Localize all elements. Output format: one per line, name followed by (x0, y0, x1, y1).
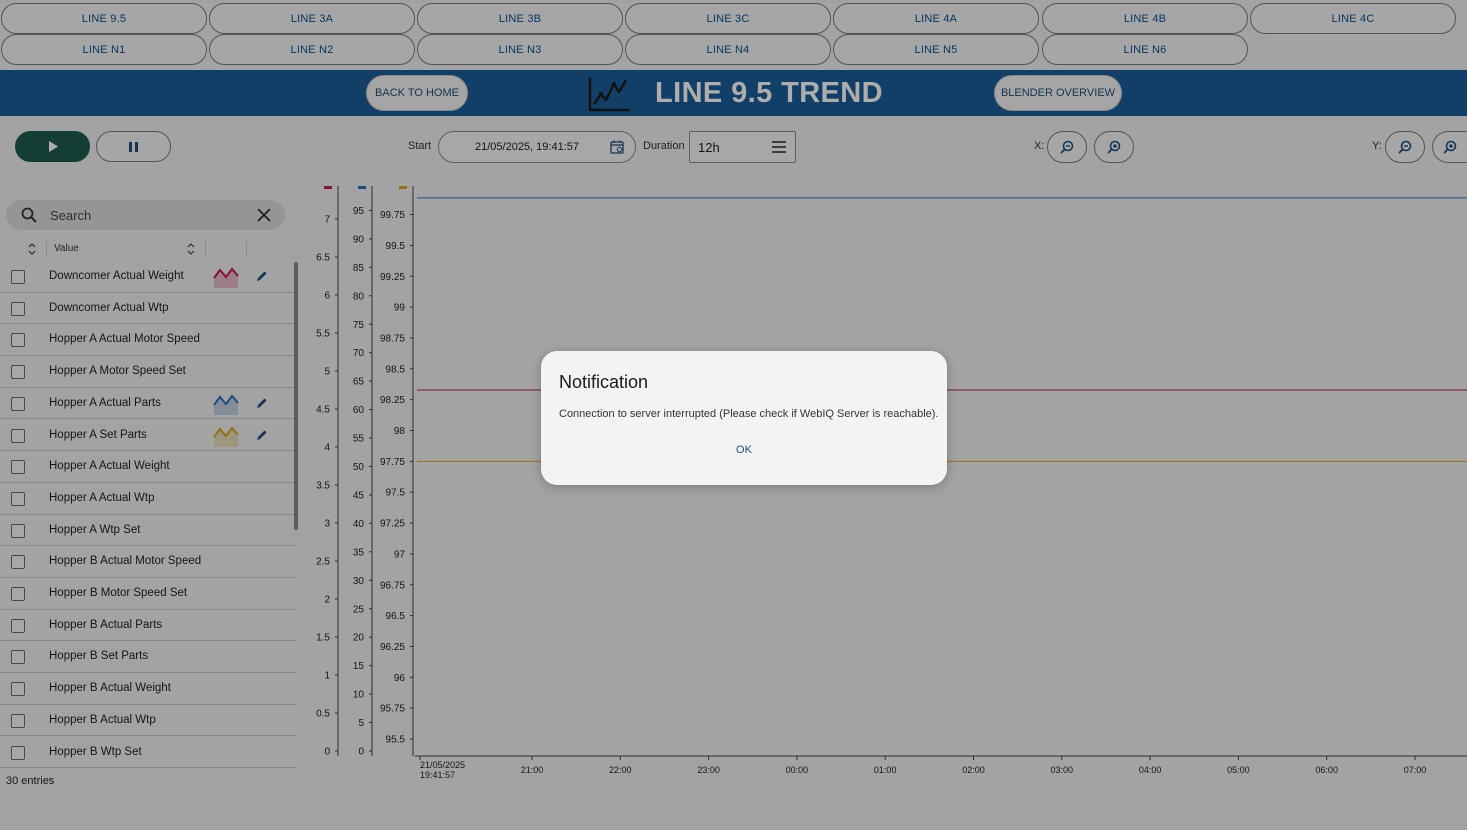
dialog-message: Connection to server interrupted (Please… (559, 408, 939, 420)
ok-button[interactable]: OK (724, 439, 764, 461)
dialog-title: Notification (559, 372, 649, 392)
notification-dialog: Notification Connection to server interr… (541, 351, 947, 485)
